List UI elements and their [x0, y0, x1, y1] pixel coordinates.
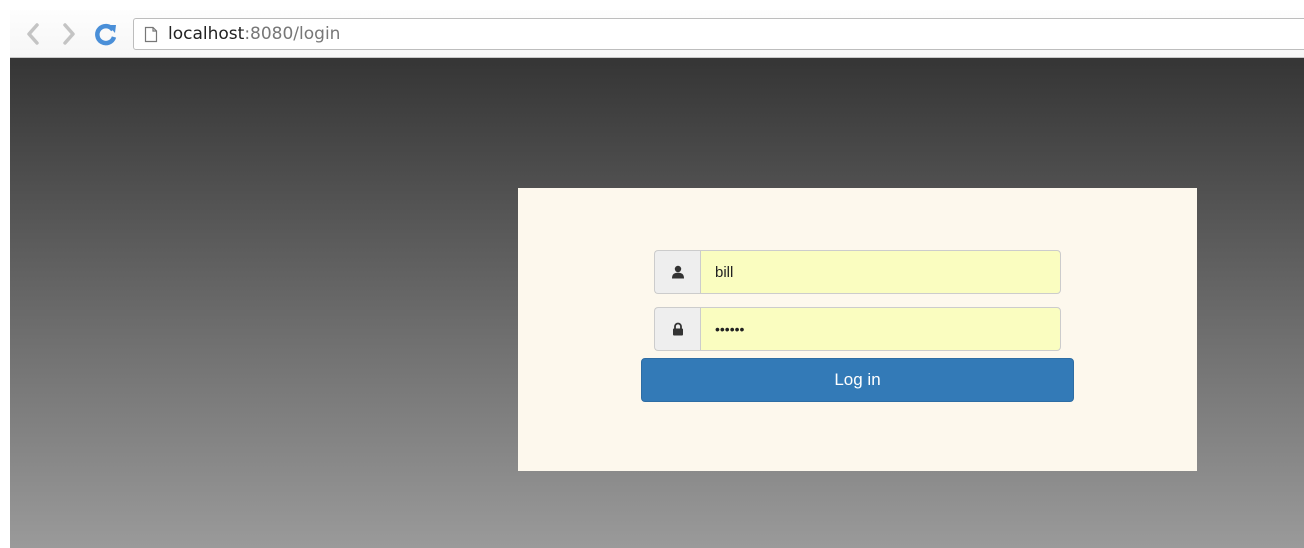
reload-icon: [95, 23, 117, 46]
toolbar-top-edge: [0, 0, 1304, 10]
address-bar[interactable]: localhost:8080/login: [133, 18, 1304, 50]
user-icon: [671, 265, 684, 279]
username-field[interactable]: [700, 250, 1061, 294]
window-left-edge: [0, 0, 10, 548]
login-card: Log in: [518, 188, 1197, 471]
browser-toolbar: localhost:8080/login: [0, 0, 1304, 58]
page-background: Log in: [10, 58, 1304, 548]
url-host: localhost: [168, 24, 245, 44]
username-addon: [654, 250, 700, 294]
back-arrow-icon: [27, 23, 39, 45]
forward-arrow-icon: [63, 23, 75, 45]
password-addon: [654, 307, 700, 351]
back-button[interactable]: [22, 21, 44, 47]
address-url[interactable]: localhost:8080/login: [168, 23, 340, 45]
page-icon: [144, 26, 158, 43]
password-field[interactable]: [700, 307, 1061, 351]
password-input-group: [654, 307, 1061, 351]
reload-button[interactable]: [92, 20, 120, 48]
url-path: :8080/login: [244, 24, 341, 44]
username-input-group: [654, 250, 1061, 294]
login-button[interactable]: Log in: [641, 358, 1074, 402]
forward-button[interactable]: [58, 21, 80, 47]
browser-window: localhost:8080/login bill •••••• Log in: [0, 0, 1304, 548]
lock-icon: [672, 322, 683, 336]
